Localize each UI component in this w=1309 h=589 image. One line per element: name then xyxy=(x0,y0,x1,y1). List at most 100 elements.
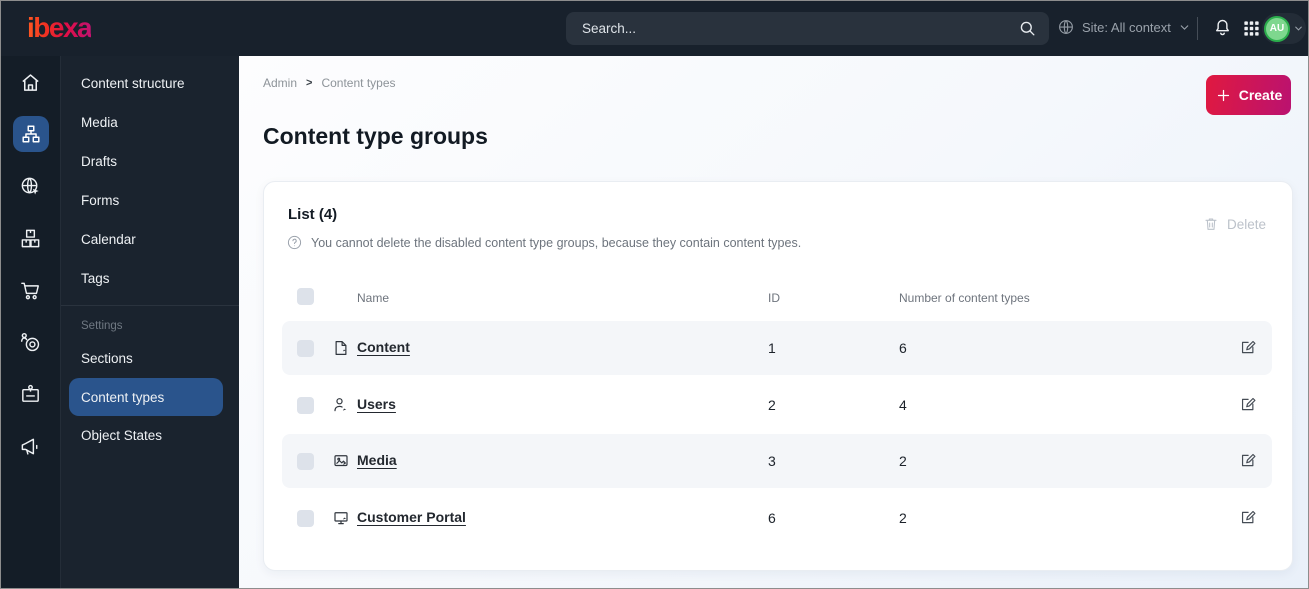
sidebar-item-calendar[interactable]: Calendar xyxy=(61,220,239,259)
group-content-types-count: 2 xyxy=(899,510,907,526)
sidebar-item-forms[interactable]: Forms xyxy=(61,181,239,220)
topbar: ibexa Site: All context xyxy=(1,1,1308,56)
edit-icon xyxy=(1239,395,1258,414)
edit-button[interactable] xyxy=(1239,508,1258,527)
rail-item-personalization[interactable] xyxy=(1,316,60,368)
edit-icon xyxy=(1239,508,1258,527)
topbar-divider xyxy=(1197,17,1198,40)
table-row: Customer Portal 6 2 xyxy=(282,491,1272,545)
question-circle-icon xyxy=(286,234,303,251)
table-row: Users 2 4 xyxy=(282,378,1272,432)
site-globe-icon xyxy=(13,168,49,204)
avatar: AU xyxy=(1264,15,1290,42)
rail-item-site[interactable] xyxy=(1,160,60,212)
info-text: You cannot delete the disabled content t… xyxy=(311,235,802,250)
page-title: Content type groups xyxy=(263,123,488,149)
group-link[interactable]: Customer Portal xyxy=(357,509,466,525)
edit-button[interactable] xyxy=(1239,395,1258,414)
user-menu[interactable]: AU xyxy=(1262,13,1306,44)
app-grid-icon xyxy=(1242,19,1261,38)
breadcrumb: Admin > Content types xyxy=(263,76,396,90)
row-checkbox[interactable] xyxy=(297,397,314,414)
content-tree-icon xyxy=(12,116,49,152)
sidebar-item-object-states[interactable]: Object States xyxy=(61,416,239,455)
row-checkbox[interactable] xyxy=(297,510,314,527)
select-all-checkbox[interactable] xyxy=(297,288,314,305)
delete-button-label: Delete xyxy=(1226,216,1266,232)
edit-button[interactable] xyxy=(1239,451,1258,470)
plus-icon xyxy=(1215,87,1232,104)
sidebar-item-drafts[interactable]: Drafts xyxy=(61,142,239,181)
globe-icon xyxy=(1057,18,1075,36)
sidebar-menu: Content structure Media Drafts Forms Cal… xyxy=(61,56,239,588)
chevron-down-icon xyxy=(1293,23,1304,34)
sidebar-item-media[interactable]: Media xyxy=(61,103,239,142)
rail-item-campaigns[interactable] xyxy=(1,420,60,472)
user-icon xyxy=(332,396,350,414)
column-header-name: Name xyxy=(357,291,390,305)
image-icon xyxy=(332,452,350,470)
create-button-label: Create xyxy=(1238,87,1283,103)
group-id: 3 xyxy=(768,453,776,469)
sidebar-item-content-types[interactable]: Content types xyxy=(69,378,223,416)
breadcrumb-item-admin[interactable]: Admin xyxy=(263,76,297,90)
bell-icon xyxy=(1212,17,1233,38)
breadcrumb-separator: > xyxy=(306,77,313,89)
product-boxes-icon xyxy=(13,220,49,256)
home-icon xyxy=(13,64,49,100)
app-grid-button[interactable] xyxy=(1242,19,1261,38)
sidebar-section-divider: Settings xyxy=(61,305,239,339)
settings-section-label: Settings xyxy=(81,320,123,332)
rail-item-customers[interactable] xyxy=(1,368,60,420)
column-header-count: Number of content types xyxy=(899,291,1030,305)
search-icon xyxy=(1018,19,1037,38)
row-checkbox[interactable] xyxy=(297,340,314,357)
sidebar-item-content-structure[interactable]: Content structure xyxy=(61,64,239,103)
group-link[interactable]: Users xyxy=(357,396,396,412)
ibexa-logo[interactable]: ibexa xyxy=(27,12,93,44)
main-content: Admin > Content types Create Content typ… xyxy=(239,56,1308,588)
site-context-label: Site: All context xyxy=(1082,19,1171,35)
table-row: Media 3 2 xyxy=(282,434,1272,488)
group-link[interactable]: Content xyxy=(357,339,410,355)
global-search[interactable] xyxy=(566,12,1049,45)
rail-item-commerce[interactable] xyxy=(1,264,60,316)
group-link[interactable]: Media xyxy=(357,452,397,468)
trash-icon xyxy=(1203,216,1219,232)
table-row: Content 1 6 xyxy=(282,321,1272,375)
column-header-id: ID xyxy=(768,291,780,305)
rail-item-dashboard[interactable] xyxy=(1,56,60,108)
id-badge-icon xyxy=(13,376,49,412)
personalization-target-icon xyxy=(13,324,49,360)
sidebar-item-sections[interactable]: Sections xyxy=(61,339,239,378)
cart-icon xyxy=(13,272,49,308)
site-context-selector[interactable]: Site: All context xyxy=(1057,18,1191,36)
sidebar-item-tags[interactable]: Tags xyxy=(61,259,239,298)
edit-button[interactable] xyxy=(1239,338,1258,357)
content-type-groups-panel: List (4) You cannot delete the disabled … xyxy=(263,181,1293,571)
rail-item-content[interactable] xyxy=(1,108,60,160)
megaphone-icon xyxy=(13,428,49,464)
edit-icon xyxy=(1239,338,1258,357)
breadcrumb-item-current: Content types xyxy=(321,76,396,90)
file-icon xyxy=(332,339,350,357)
delete-button[interactable]: Delete xyxy=(1203,216,1266,232)
edit-icon xyxy=(1239,451,1258,470)
row-checkbox[interactable] xyxy=(297,453,314,470)
group-content-types-count: 6 xyxy=(899,340,907,356)
monitor-icon xyxy=(332,509,350,527)
chevron-down-icon xyxy=(1178,21,1191,34)
info-row: You cannot delete the disabled content t… xyxy=(286,234,801,251)
group-id: 1 xyxy=(768,340,776,356)
group-id: 6 xyxy=(768,510,776,526)
create-button[interactable]: Create xyxy=(1206,75,1291,115)
list-title: List (4) xyxy=(288,206,338,223)
rail-item-products[interactable] xyxy=(1,212,60,264)
notifications-button[interactable] xyxy=(1212,17,1233,38)
app-window: ibexa Site: All context xyxy=(0,0,1309,589)
icon-rail xyxy=(1,56,61,588)
group-content-types-count: 4 xyxy=(899,397,907,413)
table-header: Name ID Number of content types xyxy=(282,280,1272,316)
group-content-types-count: 2 xyxy=(899,453,907,469)
search-input[interactable] xyxy=(566,12,1049,45)
